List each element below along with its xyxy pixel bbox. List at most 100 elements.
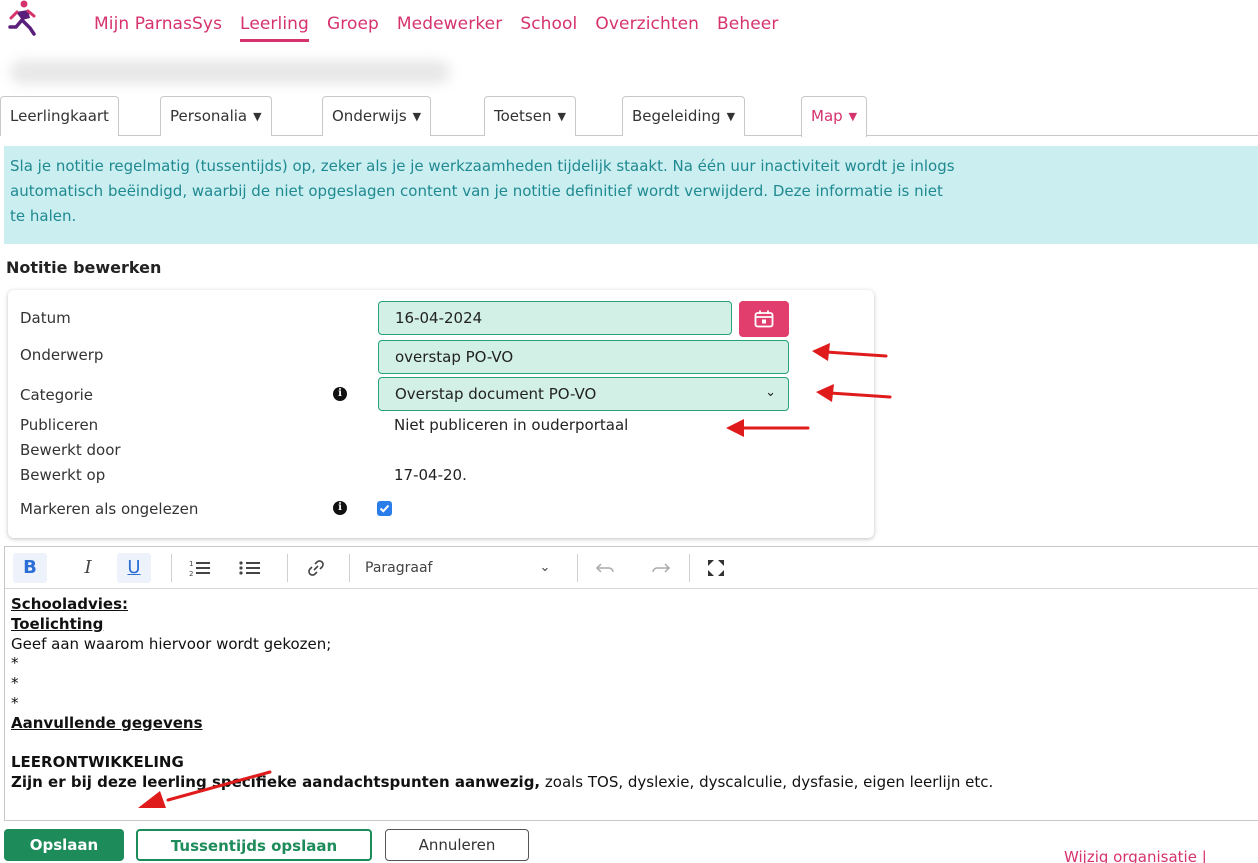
numbered-list-button[interactable]: 1 2 xyxy=(183,553,217,583)
svg-text:2: 2 xyxy=(189,570,193,577)
fullscreen-icon xyxy=(708,560,724,576)
chevron-down-icon: ⌄ xyxy=(765,385,776,400)
undo-icon xyxy=(595,563,614,573)
editor-content[interactable]: Schooladvies: Toelichting Geef aan waaro… xyxy=(11,595,993,793)
markeren-checkbox[interactable] xyxy=(377,501,392,516)
tab-leerlingkaart[interactable]: Leerlingkaart xyxy=(0,96,119,136)
editor-text: zoals TOS, dyslexie, dyscalculie, dysfas… xyxy=(540,773,994,792)
change-organisation-link[interactable]: Wijzig organisatie | xyxy=(1064,848,1207,863)
fullscreen-button[interactable] xyxy=(701,553,731,583)
editor-line: * xyxy=(11,674,19,693)
bewerkt-op-label: Bewerkt op xyxy=(20,466,106,484)
markeren-label: Markeren als ongelezen xyxy=(20,500,199,518)
bewerkt-door-label: Bewerkt door xyxy=(20,441,121,459)
redacted-student-name xyxy=(10,60,450,84)
runner-logo-icon[interactable] xyxy=(8,0,36,36)
chevron-down-icon[interactable]: ⌄ xyxy=(535,553,555,583)
cancel-button[interactable]: Annuleren xyxy=(385,829,529,861)
note-form-card: Datum 16-04-2024 Onderwerp overstap PO-V… xyxy=(8,290,874,538)
tab-label: Toetsen xyxy=(494,107,552,125)
editor-line: Aanvullende gegevens xyxy=(11,713,203,732)
toolbar-separator xyxy=(287,554,288,582)
save-interim-button[interactable]: Tussentijds opslaan xyxy=(136,829,372,861)
checkmark-icon xyxy=(379,504,390,513)
editor-line: Zijn er bij deze leerling specifieke aan… xyxy=(11,773,993,793)
save-button[interactable]: Opslaan xyxy=(4,829,124,861)
editor-bold-text: Zijn er bij deze leerling specifieke aan… xyxy=(11,773,541,792)
datum-label: Datum xyxy=(20,309,71,327)
tab-label: Onderwijs xyxy=(332,107,407,125)
undo-button[interactable] xyxy=(591,553,621,583)
italic-button[interactable]: I xyxy=(71,553,105,583)
bullet-list-icon xyxy=(239,561,260,575)
top-navigation: Mijn ParnasSys Leerling Groep Medewerker… xyxy=(0,0,1258,50)
svg-text:1: 1 xyxy=(189,560,193,568)
onderwerp-value: overstap PO-VO xyxy=(395,348,514,366)
nav-mijn-parnassys[interactable]: Mijn ParnasSys xyxy=(94,14,222,42)
nav-medewerker[interactable]: Medewerker xyxy=(397,14,502,42)
session-warning-banner: Sla je notitie regelmatig (tussentijds) … xyxy=(4,146,1258,244)
bullet-list-button[interactable] xyxy=(233,553,267,583)
editor-line: Schooladvies: xyxy=(11,595,129,613)
tab-begeleiding[interactable]: Begeleiding ▼ xyxy=(622,96,746,136)
onderwerp-label: Onderwerp xyxy=(20,346,104,364)
tab-personalia[interactable]: Personalia ▼ xyxy=(160,96,272,136)
tab-label: Map xyxy=(811,107,843,125)
toolbar-separator xyxy=(689,554,690,582)
toolbar-separator xyxy=(577,554,578,582)
calendar-icon xyxy=(754,310,774,328)
editor-line: LEERONTWIKKELING xyxy=(11,753,184,772)
nav-groep[interactable]: Groep xyxy=(327,14,379,42)
editor-line: * xyxy=(11,654,19,673)
tab-map[interactable]: Map ▼ xyxy=(801,96,868,137)
caret-down-icon: ▼ xyxy=(412,110,422,123)
student-tabs: Leerlingkaart Personalia ▼ Onderwijs ▼ Toe… xyxy=(0,96,1258,137)
nav-overzichten[interactable]: Overzichten xyxy=(595,14,699,42)
paragraph-select[interactable]: Paragraaf xyxy=(365,553,465,583)
caret-down-icon: ▼ xyxy=(848,110,858,123)
datum-value: 16-04-2024 xyxy=(395,309,483,327)
editor-toolbar: B I U 1 2 Paragraaf ⌄ xyxy=(5,547,1258,589)
editor-blank-line xyxy=(11,734,993,754)
info-icon[interactable]: i xyxy=(333,501,347,515)
caret-down-icon: ▼ xyxy=(557,110,566,123)
banner-line: te halen. xyxy=(10,207,77,225)
tab-onderwijs[interactable]: Onderwijs ▼ xyxy=(322,96,432,136)
rich-text-editor: B I U 1 2 Paragraaf ⌄ Schooladvies: Toel… xyxy=(4,546,1258,821)
link-button[interactable] xyxy=(299,553,333,583)
tab-label: Leerlingkaart xyxy=(10,107,109,125)
datum-input[interactable]: 16-04-2024 xyxy=(378,301,732,335)
onderwerp-input[interactable]: overstap PO-VO xyxy=(378,340,789,374)
underline-button[interactable]: U xyxy=(117,553,151,583)
page-title: Notitie bewerken xyxy=(6,258,162,277)
editor-line: * xyxy=(11,693,19,712)
banner-line: automatisch beëindigd, waarbij de niet o… xyxy=(10,182,943,200)
nav-beheer[interactable]: Beheer xyxy=(717,14,778,42)
categorie-select[interactable]: Overstap document PO-VO ⌄ xyxy=(378,377,789,411)
main-menu: Mijn ParnasSys Leerling Groep Medewerker… xyxy=(94,14,796,42)
redo-button[interactable] xyxy=(645,553,675,583)
nav-leerling[interactable]: Leerling xyxy=(240,14,309,42)
publiceren-value: Niet publiceren in ouderportaal xyxy=(394,416,629,434)
toolbar-separator xyxy=(171,554,172,582)
editor-line: Geef aan waarom hiervoor wordt gekozen; xyxy=(11,634,332,653)
redo-icon xyxy=(652,563,671,573)
tab-toetsen[interactable]: Toetsen ▼ xyxy=(484,96,576,136)
bewerkt-op-value: 17-04-20. xyxy=(394,466,467,484)
tab-label: Begeleiding xyxy=(632,107,721,125)
calendar-button[interactable] xyxy=(739,301,789,337)
editor-line: Toelichting xyxy=(11,614,104,633)
caret-down-icon: ▼ xyxy=(253,110,262,123)
toolbar-separator xyxy=(349,554,350,582)
categorie-label: Categorie xyxy=(20,386,94,404)
nav-school[interactable]: School xyxy=(520,14,577,42)
categorie-value: Overstap document PO-VO xyxy=(395,385,597,403)
link-icon xyxy=(308,560,324,576)
bold-button[interactable]: B xyxy=(13,553,47,583)
banner-line: Sla je notitie regelmatig (tussentijds) … xyxy=(10,157,955,175)
publiceren-label: Publiceren xyxy=(20,416,99,434)
numbered-list-icon: 1 2 xyxy=(189,560,210,578)
caret-down-icon: ▼ xyxy=(726,110,736,123)
info-icon[interactable]: i xyxy=(333,387,347,401)
tab-label: Personalia xyxy=(170,107,248,125)
